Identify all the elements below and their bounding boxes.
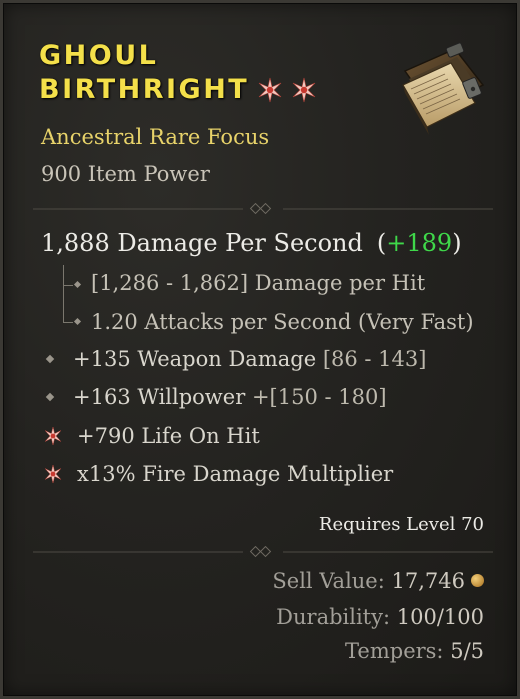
dps-gain-open: ( [376,229,387,257]
diamond-bullet-icon [73,317,82,326]
affix-range: [86 - 143] [322,347,427,371]
greater-affix-star-icon [44,426,62,446]
stat-tree-branch [63,322,73,323]
sell-value-row: Sell Value: 17,746 [272,569,484,593]
affix-text: +163 Willpower [73,385,246,409]
divider [33,203,493,215]
affix-row: x13% Fire Damage Multiplier [43,462,393,486]
gold-coin-icon [471,574,484,587]
item-name: GHOUL BIRTHRIGHT [39,39,317,107]
item-quality: Ancestral Rare Focus [41,125,270,149]
affix-text: +790 Life On Hit [77,424,260,448]
affix-row: +163 Willpower +[150 - 180] [43,385,387,409]
item-power: 900 Item Power [41,162,210,186]
tempers-label: Tempers: [345,639,444,663]
sell-value: 17,746 [391,569,465,593]
greater-affix-star-icon [293,77,316,103]
durability-label: Durability: [276,605,391,629]
stat-tree-line [63,265,64,323]
diamond-bullet-icon [45,392,55,402]
dps-gain-close: ) [452,229,462,257]
durability-value: 100/100 [396,605,484,629]
level-requirement: Requires Level 70 [318,514,484,535]
tome-icon [402,42,485,135]
greater-affix-star-icon [44,464,62,484]
item-name-line2: BIRTHRIGHT [39,74,250,105]
damage-per-second: 1,888 Damage Per Second (+189) [41,229,462,257]
affix-range: +[150 - 180] [251,385,387,409]
item-tooltip: GHOUL BIRTHRIGHT Ancestral Rare Focus 90… [0,0,520,699]
affix-row: +790 Life On Hit [43,424,260,448]
affix-row: +135 Weapon Damage [86 - 143] [43,347,426,371]
diamond-bullet-icon [73,280,82,289]
tempers-value: 5/5 [450,639,484,663]
damage-per-hit: [1,286 - 1,862] Damage per Hit [91,271,426,295]
sell-value-label: Sell Value: [272,569,385,593]
stat-tree-branch [63,285,73,286]
durability-row: Durability: 100/100 [276,605,484,629]
affix-text: +135 Weapon Damage [73,347,317,371]
dps-value: 1,888 Damage Per Second [41,229,363,257]
affix-text: x13% Fire Damage Multiplier [77,462,394,486]
dps-gain: +189 [386,229,453,257]
divider [33,546,493,558]
tempers-row: Tempers: 5/5 [345,639,484,663]
diamond-bullet-icon [45,354,55,364]
greater-affix-star-icon [259,77,282,103]
attack-speed: 1.20 Attacks per Second (Very Fast) [91,310,474,334]
item-name-line1: GHOUL [39,40,159,71]
